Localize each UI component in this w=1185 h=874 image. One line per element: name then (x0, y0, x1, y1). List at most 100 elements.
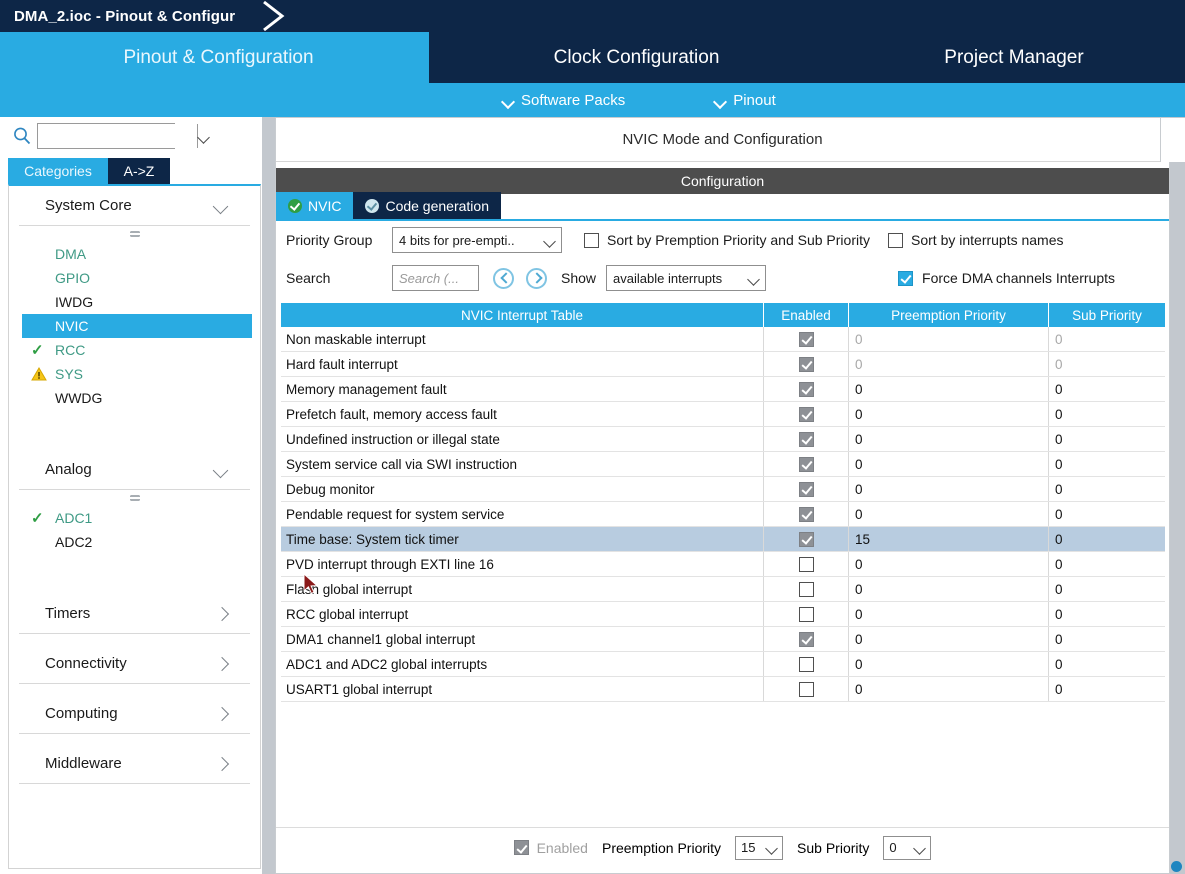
sub-priority-cell[interactable]: 0 (1049, 377, 1165, 401)
sidebar-splitter[interactable] (261, 117, 275, 874)
preemption-priority-cell[interactable]: 0 (849, 502, 1049, 526)
sidebar-search-dropdown-button[interactable] (197, 124, 209, 148)
preemption-priority-cell[interactable]: 0 (849, 552, 1049, 576)
sub-priority-cell[interactable]: 0 (1049, 327, 1165, 351)
row-enabled-checkbox[interactable] (798, 381, 814, 397)
preemption-priority-cell[interactable]: 0 (849, 352, 1049, 376)
preemption-priority-cell[interactable]: 0 (849, 627, 1049, 651)
chevron-right-circle-icon[interactable] (526, 267, 547, 289)
row-enabled-checkbox[interactable] (798, 656, 814, 672)
enabled-cell[interactable] (764, 527, 849, 551)
table-row[interactable]: Non maskable interrupt 0 0 (281, 327, 1165, 352)
sub-priority-cell[interactable]: 0 (1049, 627, 1165, 651)
grip-handle[interactable] (9, 490, 260, 506)
sub-priority-cell[interactable]: 0 (1049, 652, 1165, 676)
sub-priority-cell[interactable]: 0 (1049, 502, 1165, 526)
enabled-cell[interactable] (764, 627, 849, 651)
preemption-priority-cell[interactable]: 0 (849, 577, 1049, 601)
tab-nvic[interactable]: NVIC (276, 192, 354, 219)
preemption-priority-cell[interactable]: 15 (849, 527, 1049, 551)
sidebar-item-gpio[interactable]: GPIO (9, 266, 260, 290)
column-header-sub[interactable]: Sub Priority (1049, 303, 1165, 327)
row-enabled-checkbox[interactable] (798, 506, 814, 522)
enabled-cell[interactable] (764, 552, 849, 576)
table-row[interactable]: USART1 global interrupt 0 0 (281, 677, 1165, 702)
sub-priority-cell[interactable]: 0 (1049, 427, 1165, 451)
table-row[interactable]: Memory management fault 0 0 (281, 377, 1165, 402)
sub-priority-cell[interactable]: 0 (1049, 527, 1165, 551)
enabled-cell[interactable] (764, 327, 849, 351)
tab-categories[interactable]: Categories (8, 158, 108, 184)
category-header-middleware[interactable]: Middleware (19, 744, 250, 784)
table-row[interactable]: Undefined instruction or illegal state 0 0 (281, 427, 1165, 452)
force-dma-interrupts-checkbox[interactable] (898, 270, 914, 286)
enabled-cell[interactable] (764, 602, 849, 626)
category-header-connectivity[interactable]: Connectivity (19, 644, 250, 684)
enabled-cell[interactable] (764, 377, 849, 401)
column-header-preemption[interactable]: Preemption Priority (849, 303, 1049, 327)
row-enabled-checkbox[interactable] (798, 581, 814, 597)
table-row[interactable]: ADC1 and ADC2 global interrupts 0 0 (281, 652, 1165, 677)
enabled-cell[interactable] (764, 402, 849, 426)
row-enabled-checkbox[interactable] (798, 556, 814, 572)
preemption-priority-cell[interactable]: 0 (849, 677, 1049, 701)
row-enabled-checkbox[interactable] (798, 681, 814, 697)
enabled-cell[interactable] (764, 677, 849, 701)
sub-priority-cell[interactable]: 0 (1049, 477, 1165, 501)
table-row[interactable]: Hard fault interrupt 0 0 (281, 352, 1165, 377)
enabled-cell[interactable] (764, 352, 849, 376)
sidebar-item-wwdg[interactable]: WWDG (9, 386, 260, 410)
sub-priority-cell[interactable]: 0 (1049, 552, 1165, 576)
tab-pinout-configuration[interactable]: Pinout & Configuration (8, 32, 430, 83)
sidebar-item-iwdg[interactable]: IWDG (9, 290, 260, 314)
enabled-cell[interactable] (764, 577, 849, 601)
preemption-priority-cell[interactable]: 0 (849, 327, 1049, 351)
tab-clock-configuration[interactable]: Clock Configuration (430, 32, 844, 83)
preemption-priority-cell[interactable]: 0 (849, 602, 1049, 626)
sub-priority-cell[interactable]: 0 (1049, 677, 1165, 701)
interrupt-search-input[interactable]: Search (... (392, 265, 479, 291)
table-row[interactable]: System service call via SWI instruction 0… (281, 452, 1165, 477)
resize-grip-dot[interactable] (1171, 861, 1182, 872)
force-dma-checkbox-group[interactable]: Force DMA channels Interrupts (898, 270, 1115, 286)
enabled-cell[interactable] (764, 452, 849, 476)
sub-priority-cell[interactable]: 0 (1049, 352, 1165, 376)
chevron-left-circle-icon[interactable] (493, 267, 514, 289)
enabled-cell[interactable] (764, 477, 849, 501)
row-enabled-checkbox[interactable] (798, 631, 814, 647)
table-row[interactable]: Debug monitor 0 0 (281, 477, 1165, 502)
category-header-analog[interactable]: Analog (19, 450, 250, 490)
row-enabled-checkbox[interactable] (798, 431, 814, 447)
sub-priority-cell[interactable]: 0 (1049, 577, 1165, 601)
category-header-computing[interactable]: Computing (19, 694, 250, 734)
sidebar-item-nvic[interactable]: NVIC (22, 314, 252, 338)
row-enabled-checkbox[interactable] (798, 606, 814, 622)
sidebar-item-adc2[interactable]: ADC2 (9, 530, 260, 554)
table-row[interactable]: PVD interrupt through EXTI line 16 0 0 (281, 552, 1165, 577)
sort-names-checkbox-group[interactable]: Sort by interrupts names (888, 232, 1064, 248)
preemption-priority-cell[interactable]: 0 (849, 402, 1049, 426)
grip-handle[interactable] (9, 226, 260, 242)
menu-pinout[interactable]: Pinout (715, 92, 776, 109)
enabled-cell[interactable] (764, 427, 849, 451)
show-filter-select[interactable]: available interrupts (606, 265, 767, 291)
sort-premption-checkbox-group[interactable]: Sort by Premption Priority and Sub Prior… (584, 232, 870, 248)
sidebar-item-rcc[interactable]: ✓ RCC (9, 338, 260, 362)
preemption-priority-cell[interactable]: 0 (849, 427, 1049, 451)
preemption-priority-cell[interactable]: 0 (849, 377, 1049, 401)
row-enabled-checkbox[interactable] (798, 406, 814, 422)
column-header-name[interactable]: NVIC Interrupt Table (281, 303, 764, 327)
category-header-timers[interactable]: Timers (19, 594, 250, 634)
row-enabled-checkbox[interactable] (798, 356, 814, 372)
sidebar-item-sys[interactable]: SYS (9, 362, 260, 386)
sub-priority-cell[interactable]: 0 (1049, 452, 1165, 476)
menu-software-packs[interactable]: Software Packs (503, 92, 625, 109)
sidebar-item-adc1[interactable]: ✓ ADC1 (9, 506, 260, 530)
sort-premption-checkbox[interactable] (584, 232, 599, 248)
table-row[interactable]: Pendable request for system service 0 0 (281, 502, 1165, 527)
enabled-cell[interactable] (764, 502, 849, 526)
sidebar-search-input[interactable] (38, 124, 197, 148)
row-enabled-checkbox[interactable] (798, 456, 814, 472)
footer-sub-select[interactable]: 0 (883, 835, 932, 860)
priority-group-select[interactable]: 4 bits for pre-empti.. (392, 227, 562, 253)
